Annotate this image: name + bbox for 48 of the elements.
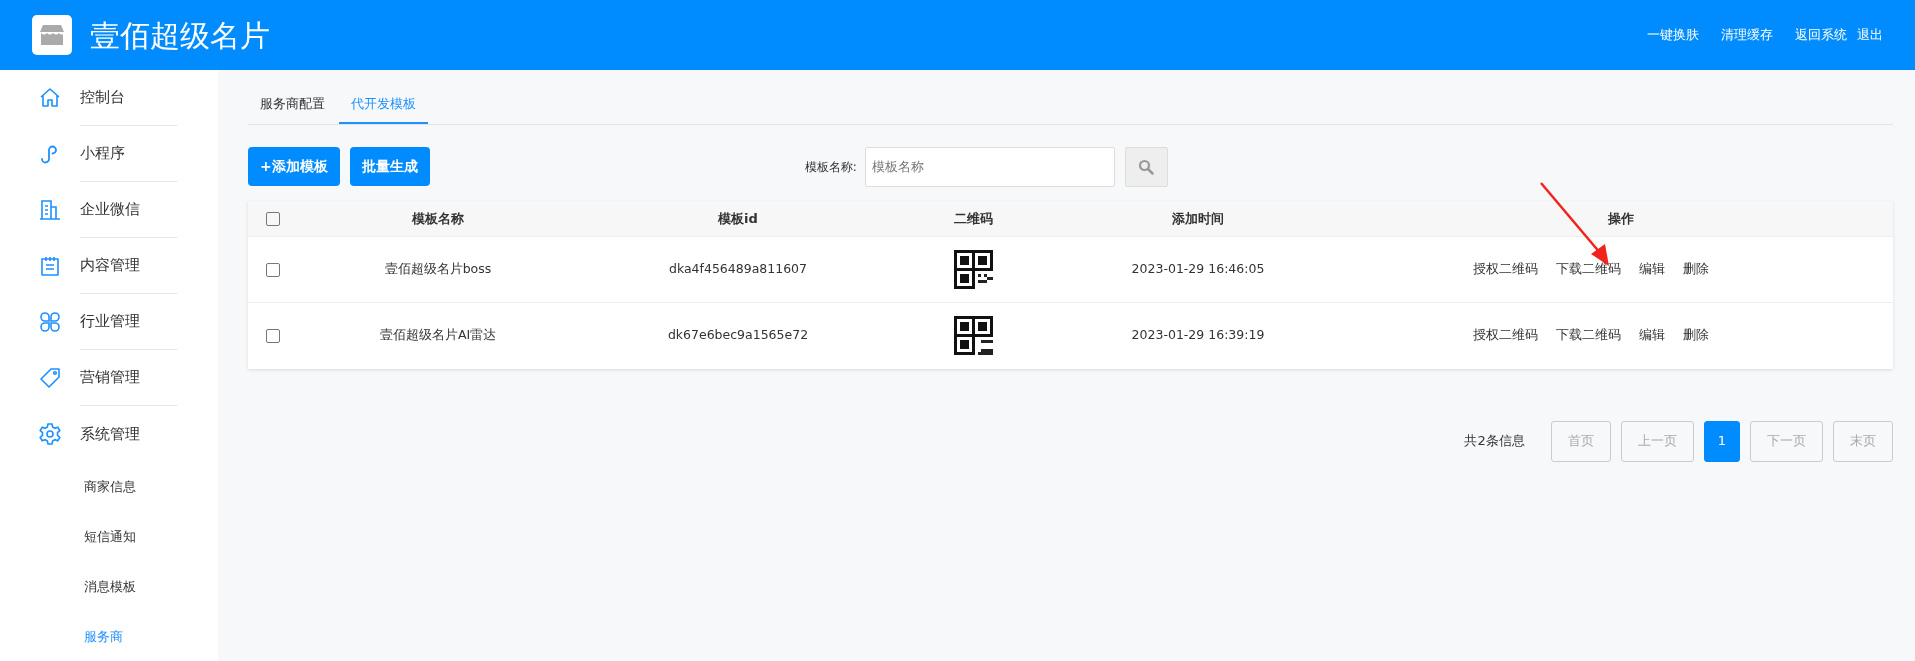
column-header: 二维码 (953, 210, 993, 226)
pagination-summary: 共2条信息 (1464, 432, 1525, 451)
action-link[interactable]: 删除 (1683, 327, 1709, 343)
search-label: 模板名称: (804, 158, 857, 176)
action-link[interactable]: 授权二维码 (1473, 261, 1538, 277)
sidebar-item[interactable]: 营销管理 (80, 350, 177, 406)
table-cell: 壹佰超级名片boss (384, 261, 492, 277)
sidebar-item[interactable]: 内容管理 (80, 238, 177, 294)
sidebar-item[interactable]: 行业管理 (80, 294, 177, 350)
search-field[interactable]: 模板名称 (864, 146, 1115, 187)
sidebar-item[interactable]: 系统管理 (80, 406, 177, 462)
clipboard-icon (38, 254, 62, 278)
sidebar-subitem[interactable]: 短信通知 (84, 512, 176, 562)
sidebar-item[interactable]: 小程序 (80, 126, 177, 182)
qr-code-image (953, 316, 993, 356)
table-cell: 2023-01-29 16:46:05 (1131, 261, 1265, 277)
table-cell: dka4f456489a811607 (668, 261, 808, 277)
sidebar-item[interactable]: 企业微信 (80, 182, 177, 238)
home-icon (38, 86, 62, 110)
action-link[interactable]: 授权二维码 (1473, 327, 1538, 343)
action-link[interactable]: 删除 (1683, 261, 1709, 277)
store-icon (32, 15, 72, 55)
tab[interactable]: 服务商配置 (248, 88, 337, 124)
select-all-checkbox[interactable] (266, 212, 280, 226)
settings-icon (38, 422, 62, 446)
action-link[interactable]: 编辑 (1639, 261, 1665, 277)
qr-code-image (953, 250, 993, 289)
column-header: 添加时间 (1172, 210, 1224, 226)
table-cell: 2023-01-29 16:39:19 (1131, 327, 1265, 343)
column-header: 模板id (718, 210, 758, 226)
sidebar-subitem[interactable]: 消息模板 (84, 562, 176, 612)
sidebar-item[interactable]: 控制台 (80, 70, 177, 126)
action-link[interactable]: 编辑 (1639, 327, 1665, 343)
search-icon (1138, 158, 1155, 175)
tag-icon (38, 366, 62, 390)
table-cell: 壹佰超级名片AI雷达 (379, 327, 497, 343)
search-button[interactable] (1124, 146, 1168, 187)
row-checkbox[interactable] (266, 262, 280, 277)
column-header: 操作 (1607, 210, 1634, 226)
table-cell: dk67e6bec9a1565e72 (667, 327, 809, 343)
column-header: 模板名称 (412, 210, 464, 226)
app-title: 壹佰超级名片 (90, 16, 270, 55)
four-petal-icon (38, 310, 62, 334)
row-checkbox[interactable] (266, 328, 280, 343)
sidebar-subitem[interactable]: 商家信息 (84, 462, 176, 512)
action-link[interactable]: 下载二维码 (1556, 261, 1621, 277)
action-link[interactable]: 下载二维码 (1556, 327, 1621, 343)
building-icon (38, 198, 62, 222)
